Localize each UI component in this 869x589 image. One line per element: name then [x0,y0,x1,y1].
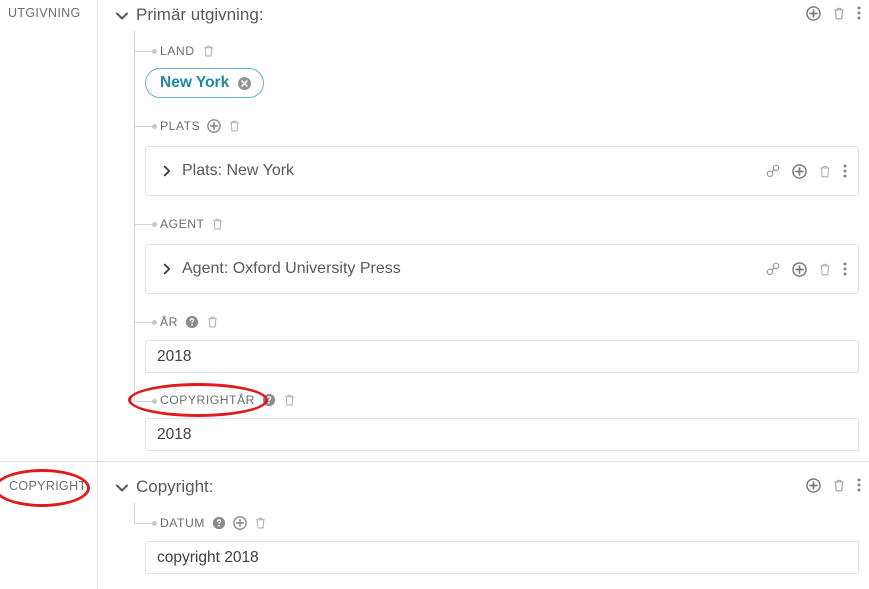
plus-circle-icon[interactable] [233,516,247,530]
input-copyrightar[interactable] [145,418,859,451]
plus-circle-icon[interactable] [806,5,821,21]
field-row-plats: PLATS [160,117,241,135]
kebab-menu-icon[interactable] [857,477,861,493]
help-circle-icon[interactable] [185,315,199,329]
kebab-menu-icon[interactable] [843,261,847,277]
chip-land-value[interactable]: New York [145,68,265,98]
help-circle-icon[interactable] [212,516,226,530]
tree-trunk-copyright [134,503,135,524]
plus-circle-icon[interactable] [207,119,222,133]
field-row-agent: AGENT [160,215,224,233]
gutter-label-copyright: COPYRIGHT [9,479,87,493]
tree-node-copyrightar [152,399,157,404]
card-actions-agent [765,261,847,277]
metadata-editor: UTGIVNING COPYRIGHT Primär utgivning: LA… [0,0,869,589]
tree-node-ar [152,320,157,325]
tree-branch-ar [134,322,154,323]
chevron-down-icon[interactable] [114,480,130,496]
trash-icon[interactable] [202,44,215,58]
field-row-land: LAND [160,42,215,60]
link-icon[interactable] [765,163,781,179]
field-row-copyrightar: COPYRIGHTÅR [160,391,296,409]
section-header-copyright: Copyright: [98,476,869,506]
card-agent[interactable]: Agent: Oxford University Press [145,244,859,294]
link-icon[interactable] [765,261,781,277]
circle-x-icon[interactable] [237,76,252,91]
trash-icon[interactable] [832,478,846,493]
chevron-down-icon[interactable] [114,8,130,24]
gutter-label-utgivning: UTGIVNING [8,6,81,20]
input-datum[interactable] [145,541,859,574]
tree-branch-agent [134,224,154,225]
card-actions-plats [765,163,847,179]
field-label-datum: DATUM [160,516,205,530]
field-label-plats: PLATS [160,119,201,133]
field-label-land: LAND [160,44,195,58]
field-label-copyrightar: COPYRIGHTÅR [160,393,255,407]
card-title-agent: Agent: Oxford University Press [182,260,401,277]
trash-icon[interactable] [818,164,832,179]
trash-icon[interactable] [228,119,241,133]
trash-icon[interactable] [206,315,219,329]
section-title-utgivning: Primär utgivning: [136,5,264,24]
trash-icon[interactable] [283,393,296,407]
input-ar[interactable] [145,340,859,373]
field-row-datum: DATUM [160,514,267,532]
tree-trunk-utgivning [134,31,135,402]
tree-node-datum [152,521,157,526]
field-label-ar: ÅR [160,315,178,329]
trash-icon[interactable] [254,516,267,530]
section-header-utgivning: Primär utgivning: [98,4,869,34]
tree-branch-plats [134,126,154,127]
tree-node-agent [152,222,157,227]
card-plats[interactable]: Plats: New York [145,146,859,196]
tree-branch-datum [134,523,154,524]
tree-branch-copyrightar [134,401,154,402]
chip-label: New York [160,74,230,91]
section-gutter: UTGIVNING COPYRIGHT [0,0,98,589]
plus-circle-icon[interactable] [792,163,807,179]
section-title-copyright: Copyright: [136,477,214,496]
field-label-agent: AGENT [160,217,205,231]
fields-panel: Primär utgivning: LAND New York PLATS Pl… [98,0,869,589]
kebab-menu-icon[interactable] [857,5,861,21]
chevron-right-icon[interactable] [160,262,174,276]
trash-icon[interactable] [818,262,832,277]
card-title-plats: Plats: New York [182,162,295,179]
section-actions-utgivning [806,5,861,21]
tree-node-plats [152,124,157,129]
section-actions-copyright [806,477,861,493]
field-row-ar: ÅR [160,313,219,331]
trash-icon[interactable] [832,6,846,21]
tree-branch-land [134,51,154,52]
plus-circle-icon[interactable] [792,261,807,277]
plus-circle-icon[interactable] [806,477,821,493]
help-circle-icon[interactable] [262,393,276,407]
tree-node-land [152,49,157,54]
chevron-right-icon[interactable] [160,164,174,178]
trash-icon[interactable] [211,217,224,231]
kebab-menu-icon[interactable] [843,163,847,179]
